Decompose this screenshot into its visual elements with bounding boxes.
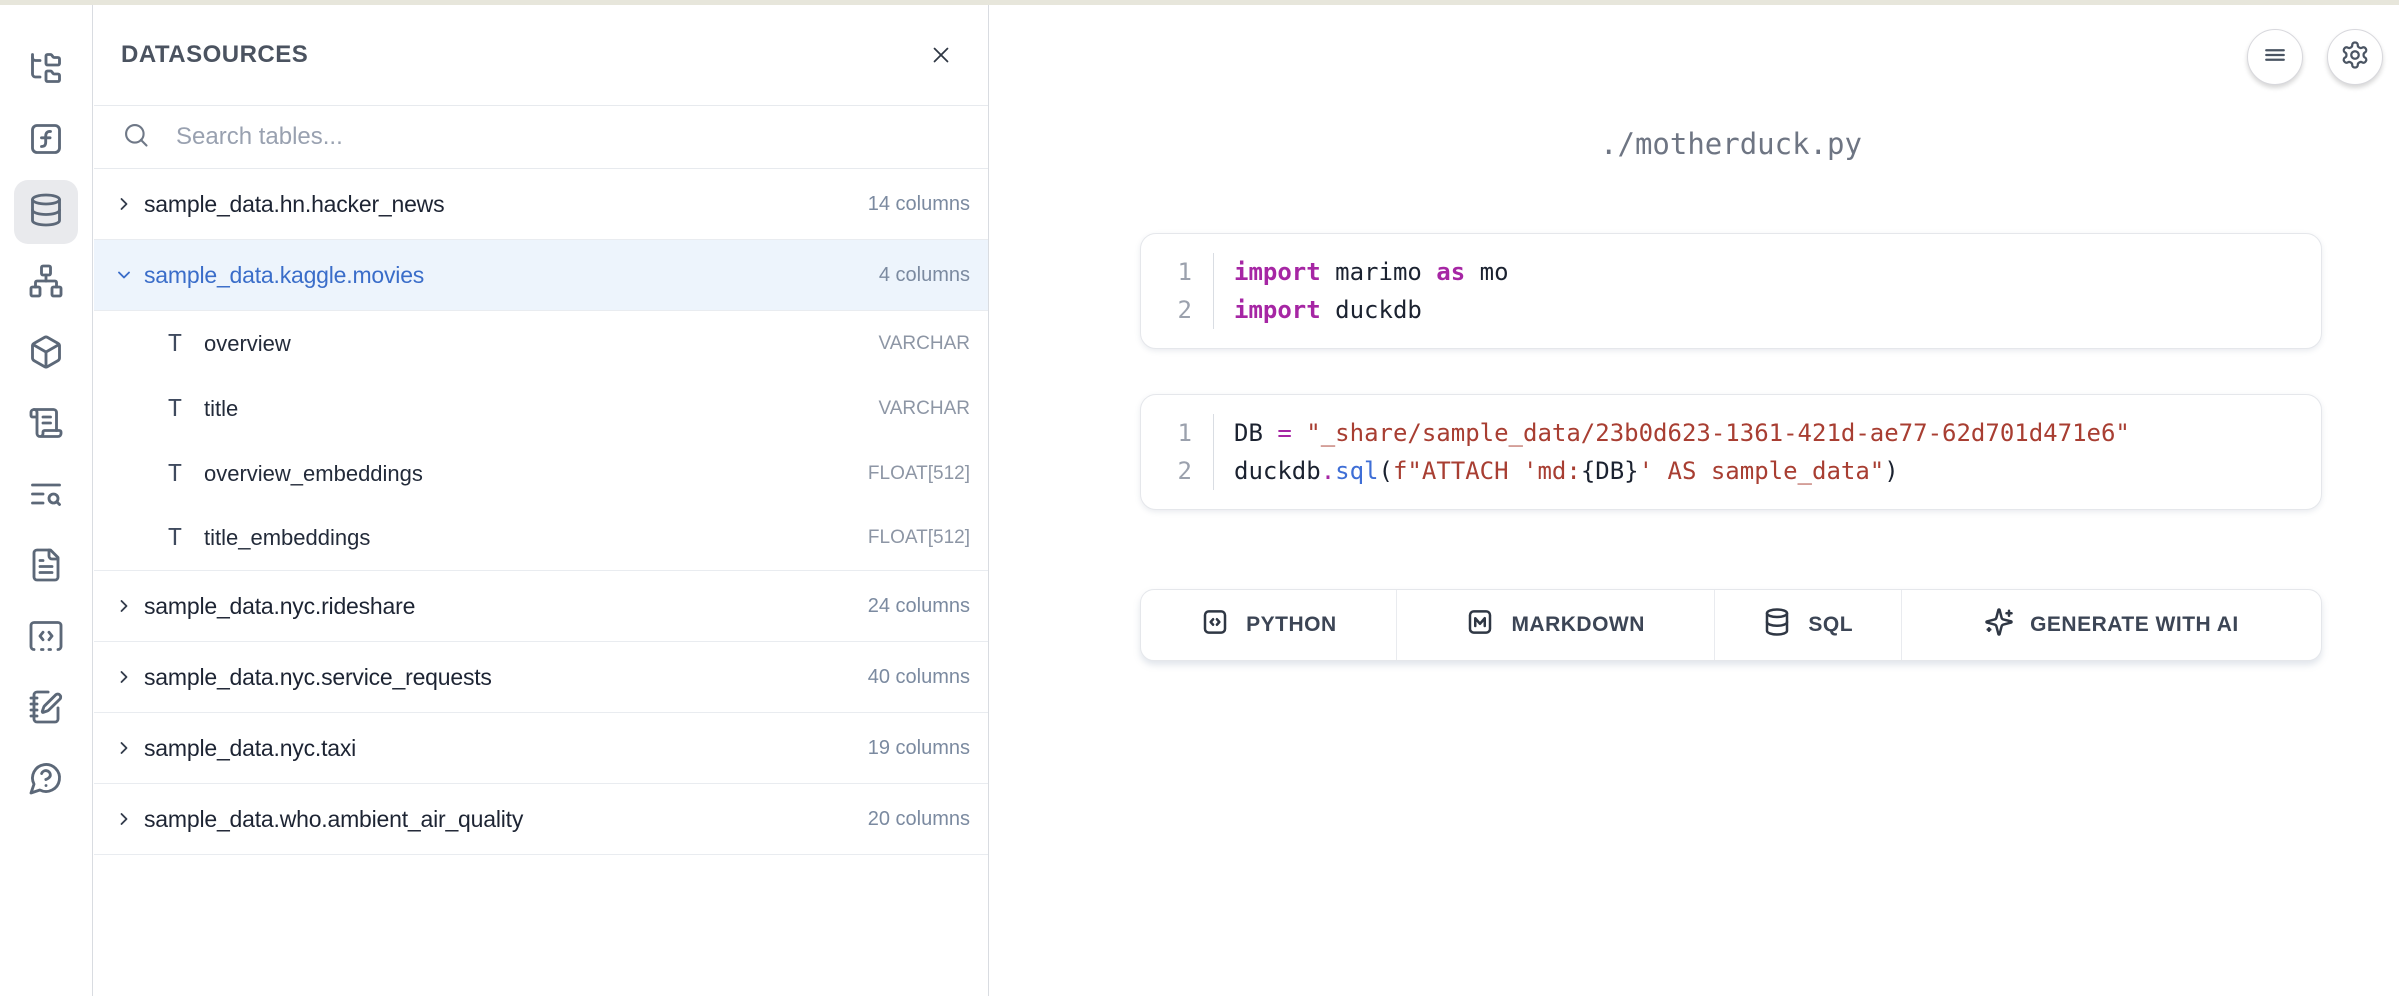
table-name: sample_data.nyc.service_requests: [144, 664, 868, 691]
column-count: 14 columns: [868, 193, 970, 216]
sparkles-icon: [1984, 607, 2014, 643]
code-lines[interactable]: DB = "_share/sample_data/23b0d623-1361-4…: [1214, 414, 2130, 490]
sidebar-item-datasources[interactable]: [14, 180, 78, 244]
text-search-icon: [28, 476, 64, 517]
column-count: 4 columns: [879, 264, 970, 287]
chevron-right-icon: [114, 809, 144, 829]
table-search-row: [94, 106, 988, 169]
chevron-down-icon: [114, 265, 144, 285]
table-name: sample_data.nyc.taxi: [144, 735, 868, 762]
box-icon: [28, 334, 64, 375]
snippets-code-icon: [28, 618, 64, 659]
code-square-icon: [1200, 607, 1230, 643]
table-row-selected[interactable]: sample_data.kaggle.movies 4 columns: [94, 240, 988, 311]
column-count: 19 columns: [868, 737, 970, 760]
function-square-icon: [28, 121, 64, 162]
code-lines[interactable]: import marimo as moimport duckdb: [1214, 253, 1509, 329]
code-cell[interactable]: 12 DB = "_share/sample_data/23b0d623-136…: [1140, 394, 2322, 510]
generate-with-ai-label: GENERATE WITH AI: [2030, 613, 2239, 637]
gear-icon: [2340, 40, 2370, 75]
table-name: sample_data.who.ambient_air_quality: [144, 806, 868, 833]
chevron-right-icon: [114, 596, 144, 616]
notebook-filename[interactable]: ./motherduck.py: [1140, 127, 2322, 161]
column-row[interactable]: T overview_embeddings FLOAT[512]: [94, 441, 988, 506]
add-sql-cell-button[interactable]: SQL: [1715, 590, 1902, 660]
column-name: overview: [204, 331, 879, 357]
scroll-text-icon: [28, 405, 64, 446]
column-name: title: [204, 396, 879, 422]
marimo-app: DATASOURCES sample_data.hn.hacker_news 1…: [0, 0, 2399, 996]
add-python-label: PYTHON: [1246, 613, 1337, 637]
add-cell-toolbar: PYTHON MARKDOWN SQL GENERATE WITH AI: [1140, 589, 2322, 661]
sidebar-item-log-search[interactable]: [14, 464, 78, 528]
column-name: title_embeddings: [204, 525, 868, 551]
sidebar-item-help-chat[interactable]: [14, 748, 78, 812]
search-tables-input[interactable]: [174, 122, 988, 152]
table-row[interactable]: sample_data.nyc.taxi 19 columns: [94, 713, 988, 784]
table-name: sample_data.nyc.rideshare: [144, 593, 868, 620]
sidebar-item-dependencies[interactable]: [14, 251, 78, 315]
column-type: FLOAT[512]: [868, 463, 970, 485]
help-chat-icon: [28, 760, 64, 801]
markdown-icon: [1465, 607, 1495, 643]
table-name: sample_data.hn.hacker_news: [144, 191, 868, 218]
column-row[interactable]: T title VARCHAR: [94, 376, 988, 441]
sidebar-item-logs[interactable]: [14, 393, 78, 457]
close-panel-button[interactable]: [926, 40, 956, 70]
sidebar-item-variables[interactable]: [14, 109, 78, 173]
add-python-cell-button[interactable]: PYTHON: [1141, 590, 1397, 660]
datasources-panel-header: DATASOURCES: [94, 5, 988, 106]
chevron-right-icon: [114, 738, 144, 758]
chevron-right-icon: [114, 667, 144, 687]
table-row[interactable]: sample_data.who.ambient_air_quality 20 c…: [94, 784, 988, 855]
table-row[interactable]: sample_data.nyc.rideshare 24 columns: [94, 571, 988, 642]
column-row[interactable]: T overview VARCHAR: [94, 311, 988, 376]
datasources-panel: DATASOURCES sample_data.hn.hacker_news 1…: [94, 5, 989, 996]
file-text-icon: [28, 547, 64, 588]
column-count: 20 columns: [868, 808, 970, 831]
column-type: VARCHAR: [879, 398, 971, 420]
datasources-table-list: sample_data.hn.hacker_news 14 columns sa…: [94, 169, 988, 996]
helper-panel-sidebar: [0, 5, 93, 996]
chevron-right-icon: [114, 194, 144, 214]
sidebar-item-file-explorer[interactable]: [14, 38, 78, 102]
text-type-icon: T: [168, 461, 204, 487]
database-icon: [28, 192, 64, 233]
column-row[interactable]: T title_embeddings FLOAT[512]: [94, 506, 988, 571]
sidebar-item-packages[interactable]: [14, 322, 78, 386]
text-type-icon: T: [168, 396, 204, 422]
line-numbers: 12: [1141, 414, 1214, 490]
column-count: 24 columns: [868, 595, 970, 618]
hamburger-menu-icon: [2260, 40, 2290, 75]
notebook-pen-icon: [28, 689, 64, 730]
network-icon: [28, 263, 64, 304]
add-sql-label: SQL: [1808, 613, 1853, 637]
sidebar-item-scratchpad[interactable]: [14, 677, 78, 741]
table-name: sample_data.kaggle.movies: [144, 262, 879, 289]
text-type-icon: T: [168, 331, 204, 357]
sidebar-item-snippets[interactable]: [14, 606, 78, 670]
table-row[interactable]: sample_data.nyc.service_requests 40 colu…: [94, 642, 988, 713]
column-name: overview_embeddings: [204, 461, 868, 487]
text-type-icon: T: [168, 525, 204, 551]
column-type: VARCHAR: [879, 333, 971, 355]
sidebar-item-documentation[interactable]: [14, 535, 78, 599]
column-type: FLOAT[512]: [868, 527, 970, 549]
column-count: 40 columns: [868, 666, 970, 689]
notebook-area: ./motherduck.py 12 import marimo as moim…: [990, 5, 2399, 996]
close-icon: [928, 42, 954, 68]
line-numbers: 12: [1141, 253, 1214, 329]
database-icon: [1762, 607, 1792, 643]
generate-with-ai-button[interactable]: GENERATE WITH AI: [1902, 590, 2321, 660]
add-markdown-cell-button[interactable]: MARKDOWN: [1397, 590, 1715, 660]
notebook-menu-button[interactable]: [2247, 29, 2303, 85]
settings-button[interactable]: [2327, 29, 2383, 85]
panel-title: DATASOURCES: [121, 41, 308, 69]
folder-tree-icon: [28, 50, 64, 91]
add-markdown-label: MARKDOWN: [1511, 613, 1644, 637]
table-row[interactable]: sample_data.hn.hacker_news 14 columns: [94, 169, 988, 240]
code-cell[interactable]: 12 import marimo as moimport duckdb: [1140, 233, 2322, 349]
search-icon: [122, 121, 150, 154]
